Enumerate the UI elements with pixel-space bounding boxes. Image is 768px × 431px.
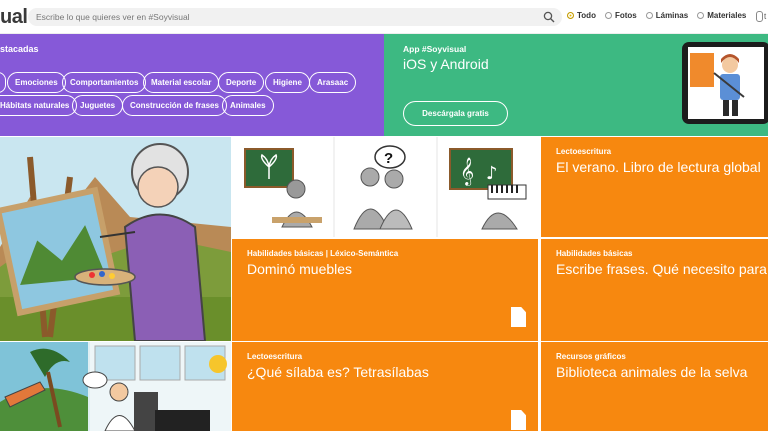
resource-card-biblioteca[interactable]: Recursos gráficos Biblioteca animales de… — [541, 342, 768, 431]
resource-card-verano[interactable]: Lectoescritura El verano. Libro de lectu… — [541, 137, 768, 237]
featured-title: stacadas — [0, 44, 39, 54]
search-filters: Todo Fotos Láminas Materiales — [567, 11, 746, 20]
radio-icon[interactable] — [697, 12, 705, 19]
search-input[interactable] — [36, 8, 536, 26]
filter-laminas[interactable]: Láminas — [645, 11, 689, 20]
phone-mockup-image — [682, 42, 768, 124]
tag-emociones[interactable]: Emociones — [7, 72, 66, 93]
filter-materiales[interactable]: Materiales — [697, 11, 746, 20]
document-icon — [511, 410, 526, 430]
search-icon[interactable] — [543, 11, 555, 23]
painter-illustration — [0, 137, 231, 341]
resource-card-escribe-frases[interactable]: Habilidades básicas Escribe frases. Qué … — [541, 239, 768, 341]
app-promo-title: iOS y Android — [403, 56, 489, 72]
search-bar — [28, 8, 562, 26]
radio-icon[interactable] — [645, 12, 653, 19]
phone-screen — [688, 47, 764, 119]
header-extra-text[interactable]: t — [764, 12, 766, 21]
card-category: Recursos gráficos — [556, 352, 626, 361]
tag-comportamientos[interactable]: Comportamientos — [62, 72, 147, 93]
tag-material-escolar[interactable]: Material escolar — [143, 72, 220, 93]
card-category: Habilidades básicas — [556, 249, 633, 258]
tag-higiene[interactable]: Higiene — [265, 72, 310, 93]
card-title: Escribe frases. Qué necesito para — [556, 261, 767, 277]
top-bar: ual Todo Fotos Láminas Materiales t — [0, 0, 768, 34]
resource-card-silaba[interactable]: Lectoescritura ¿Qué sílaba es? Tetrasíla… — [232, 342, 538, 431]
site-logo[interactable]: ual — [0, 6, 28, 29]
tag-construccion-frases[interactable]: Construcción de frases — [122, 95, 227, 116]
daydream-card[interactable] — [0, 342, 231, 431]
filter-label: Materiales — [707, 11, 747, 20]
tag-partial[interactable] — [0, 72, 6, 93]
pictograms-illustration: ? 𝄞 ♪ — [244, 137, 527, 237]
filter-label: Todo — [577, 11, 596, 20]
tag-arasaac[interactable]: Arasaac — [309, 72, 357, 93]
download-button[interactable]: Descárgala gratis — [403, 101, 508, 126]
radio-selected-icon[interactable] — [567, 12, 574, 19]
svg-text:♪: ♪ — [486, 163, 498, 184]
mobile-icon[interactable] — [756, 11, 763, 22]
tag-animales[interactable]: Animales — [222, 95, 274, 116]
card-title: Dominó muebles — [247, 261, 353, 277]
app-promo-label: App #Soyvisual — [403, 44, 467, 54]
card-category: Lectoescritura — [247, 352, 303, 361]
card-category: Lectoescritura — [556, 147, 612, 156]
daydream-illustration — [0, 342, 231, 431]
card-title: ¿Qué sílaba es? Tetrasílabas — [247, 364, 429, 380]
svg-text:?: ? — [384, 150, 393, 167]
featured-tags-panel: stacadas Emociones Comportamientos Mater… — [0, 34, 384, 136]
radio-icon[interactable] — [604, 12, 612, 19]
tag-deporte[interactable]: Deporte — [218, 72, 265, 93]
filter-todo[interactable]: Todo — [567, 11, 596, 20]
filter-fotos[interactable]: Fotos — [604, 11, 637, 20]
pictograms-card[interactable]: ? 𝄞 ♪ — [232, 137, 538, 237]
filter-label: Fotos — [614, 11, 637, 20]
document-icon — [511, 307, 526, 327]
svg-text:𝄞: 𝄞 — [460, 157, 474, 186]
card-title: El verano. Libro de lectura global — [556, 159, 761, 175]
app-promo-panel: App #Soyvisual iOS y Android Descárgala … — [384, 34, 768, 136]
tag-juguetes[interactable]: Juguetes — [72, 95, 124, 116]
filter-label: Láminas — [655, 11, 689, 20]
teacher-illustration — [688, 47, 764, 119]
card-title: Biblioteca animales de la selva — [556, 364, 748, 380]
tag-habitats-naturales[interactable]: Hábitats naturales — [0, 95, 78, 116]
card-category: Habilidades básicas | Léxico-Semántica — [247, 249, 399, 258]
painter-card[interactable] — [0, 137, 231, 341]
resource-card-domino[interactable]: Habilidades básicas | Léxico-Semántica D… — [232, 239, 538, 341]
